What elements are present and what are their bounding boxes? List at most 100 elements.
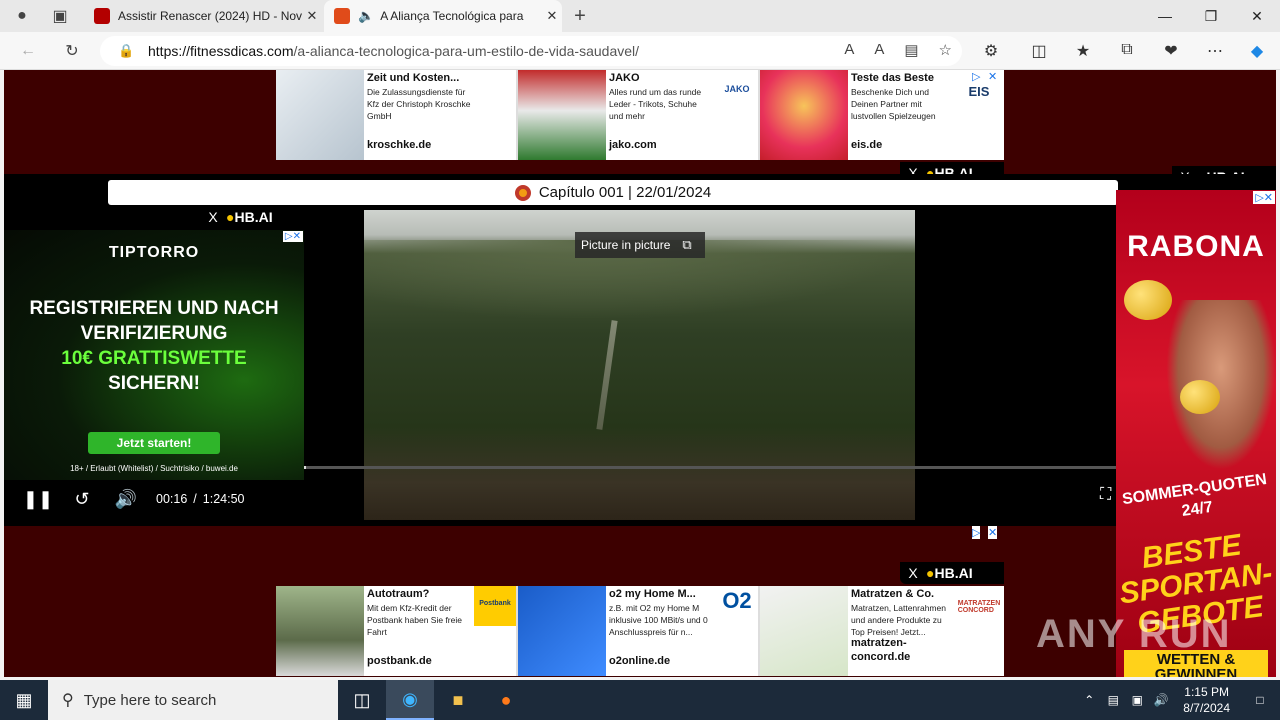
- profile-icon[interactable]: ●: [8, 3, 36, 29]
- coin-image: [1124, 280, 1172, 320]
- ad-title: Teste das Beste: [851, 72, 934, 84]
- hb-logo: ●HB.AI: [926, 565, 973, 581]
- pip-icon: ⧉: [682, 237, 692, 252]
- ad-fine-print: 18+ / Erlaubt (Whitelist) / Suchtrisiko …: [70, 464, 238, 473]
- translate-icon[interactable]: Α: [844, 41, 854, 59]
- rewind-10-icon[interactable]: ↺: [60, 489, 104, 510]
- ad-domain: jako.com: [609, 139, 657, 151]
- extensions-icon[interactable]: ⚙: [980, 41, 1002, 61]
- chapter-logo-icon: [514, 184, 531, 201]
- pause-icon[interactable]: ❚❚: [16, 489, 60, 510]
- watermark: ANY RUN: [1036, 612, 1232, 656]
- new-tab-icon[interactable]: +: [566, 3, 594, 29]
- read-aloud-icon[interactable]: A: [874, 41, 884, 59]
- ad-image: [276, 70, 364, 160]
- ad-description: Alles rund um das runde Leder - Trikots,…: [609, 87, 702, 121]
- ad-logo: O2: [722, 588, 752, 613]
- search-placeholder: Type here to search: [83, 691, 217, 709]
- speaker-icon[interactable]: 🔈: [358, 8, 374, 24]
- time-separator: /: [193, 492, 197, 506]
- bottom-ad-banner[interactable]: Autotraum? Mit dem Kfz-Kredit der Postba…: [276, 586, 1004, 676]
- favorites-icon[interactable]: ★: [1072, 41, 1094, 61]
- immersive-reader-icon[interactable]: ▤: [904, 41, 918, 59]
- browser-essentials-icon[interactable]: ❤: [1160, 41, 1182, 61]
- minimize-icon[interactable]: —: [1142, 0, 1188, 32]
- network-icon[interactable]: ▤: [1101, 693, 1125, 707]
- edge-app-icon[interactable]: ◉: [386, 680, 434, 720]
- volume-icon[interactable]: 🔊: [1149, 693, 1173, 707]
- coin-image: [1180, 380, 1220, 414]
- picture-in-picture-button[interactable]: Picture in picture ⧉: [575, 232, 705, 258]
- tab-renascer[interactable]: Assistir Renascer (2024) HD - Nov ✕: [84, 0, 322, 32]
- ad-close-icon[interactable]: ✕: [988, 526, 998, 539]
- ad-close-icon[interactable]: ✕: [988, 70, 998, 83]
- ad-domain: postbank.de: [367, 655, 432, 667]
- close-tab-icon[interactable]: ✕: [542, 8, 562, 24]
- ad-choices-icon[interactable]: ▷: [972, 70, 981, 83]
- file-explorer-icon[interactable]: ■: [434, 680, 482, 720]
- ad-choices-icon[interactable]: ▷✕: [282, 231, 303, 242]
- left-side-ad[interactable]: ▷✕ TIPTORRO REGISTRIEREN UND NACH VERIFI…: [4, 230, 304, 480]
- clock-date: 8/7/2024: [1183, 701, 1230, 715]
- search-icon: ⚲: [62, 692, 74, 709]
- ad-unit[interactable]: Autotraum? Mit dem Kfz-Kredit der Postba…: [276, 586, 518, 676]
- copilot-icon[interactable]: ◆: [1246, 41, 1268, 61]
- close-window-icon[interactable]: ✕: [1234, 0, 1280, 32]
- show-hidden-icons-icon[interactable]: ⌃: [1077, 693, 1101, 707]
- tab-favicon-icon: [334, 8, 350, 24]
- tab-alianca[interactable]: 🔈 A Aliança Tecnológica para ✕: [324, 0, 562, 32]
- ad-choices-icon[interactable]: ▷✕: [1253, 191, 1275, 204]
- ad-title: o2 my Home M...: [609, 588, 696, 600]
- ad-domain: matratzen-concord.de: [851, 637, 911, 663]
- lock-icon[interactable]: 🔒: [118, 43, 134, 59]
- address-field[interactable]: 🔒 https://fitnessdicas.com/a-alianca-tec…: [100, 36, 962, 66]
- restore-icon[interactable]: ❐: [1188, 0, 1234, 32]
- back-icon[interactable]: ←: [14, 38, 42, 64]
- top-ad-banner[interactable]: Zeit und Kosten... Die Zulassungsdienste…: [276, 70, 1004, 160]
- hb-logo: ●HB.AI: [226, 209, 273, 225]
- ad-unit[interactable]: JAKO Alles rund um das runde Leder - Tri…: [518, 70, 760, 160]
- taskbar-search-box[interactable]: ⚲ Type here to search: [48, 680, 338, 720]
- ad-headline-end: SICHERN!: [108, 373, 200, 394]
- ad-logo: MATRATZEN CONCORD: [957, 600, 1001, 614]
- pip-label: Picture in picture: [581, 238, 671, 252]
- ad-unit[interactable]: Teste das Beste Beschenke Dich und Deine…: [760, 70, 1002, 160]
- ad-cta-button[interactable]: Jetzt starten!: [88, 432, 220, 454]
- ad-highlight: 10€ GRATTISWETTE: [61, 348, 247, 369]
- ad-title: Zeit und Kosten...: [367, 72, 460, 84]
- fullscreen-icon[interactable]: ⛶: [1100, 486, 1111, 504]
- volume-icon[interactable]: 🔊: [104, 489, 148, 510]
- reload-icon[interactable]: ↻: [58, 38, 86, 64]
- seek-bar[interactable]: [304, 466, 1116, 469]
- close-tab-icon[interactable]: ✕: [302, 8, 322, 24]
- ad-image: [276, 586, 364, 676]
- task-view-icon[interactable]: ◫: [338, 680, 386, 720]
- notifications-icon[interactable]: □: [1240, 693, 1280, 707]
- windows-taskbar: ▦ ⚲ Type here to search ◫ ◉ ■ ● ⌃ ▤ ▣ 🔊 …: [0, 680, 1280, 720]
- ad-title: Matratzen & Co.: [851, 588, 935, 600]
- hb-ad-label: X ●HB.AI: [200, 206, 304, 228]
- ad-unit[interactable]: Zeit und Kosten... Die Zulassungsdienste…: [276, 70, 518, 160]
- display-icon[interactable]: ▣: [1125, 693, 1149, 707]
- player-controls: ❚❚ ↺ 🔊 00:16 / 1:24:50: [4, 484, 245, 514]
- split-screen-icon[interactable]: ◫: [1028, 41, 1050, 61]
- ad-unit[interactable]: o2 my Home M... z.B. mit O2 my Home M in…: [518, 586, 760, 676]
- hb-close-icon[interactable]: X: [900, 565, 926, 581]
- windows-start-icon[interactable]: ▦: [0, 680, 48, 720]
- current-time: 00:16: [156, 492, 188, 506]
- collections-icon[interactable]: ⧉: [1116, 41, 1138, 59]
- ad-headline: REGISTRIEREN UND NACH VERIFIZIERUNG: [29, 298, 279, 344]
- ad-title: Autotraum?: [367, 588, 430, 600]
- right-side-ad[interactable]: ▷✕ RABONA SOMMER-QUOTEN 24/7 BESTE SPORT…: [1116, 190, 1276, 677]
- ad-unit[interactable]: Matratzen & Co. Matratzen, Lattenrahmen …: [760, 586, 1002, 676]
- tab-title: A Aliança Tecnológica para: [380, 9, 524, 23]
- more-menu-icon[interactable]: ⋯: [1204, 41, 1226, 61]
- chapter-title-bar: Capítulo 001 | 22/01/2024: [108, 180, 1118, 205]
- favorite-star-icon[interactable]: ☆: [939, 41, 952, 59]
- hb-close-icon[interactable]: X: [200, 209, 226, 225]
- firefox-icon[interactable]: ●: [482, 680, 530, 720]
- browser-tab-strip: ● ▣ Assistir Renascer (2024) HD - Nov ✕ …: [0, 0, 1280, 32]
- tab-actions-icon[interactable]: ▣: [46, 3, 74, 29]
- ad-choices-icon[interactable]: ▷: [972, 526, 981, 539]
- clock[interactable]: 1:15 PM 8/7/2024: [1173, 684, 1240, 716]
